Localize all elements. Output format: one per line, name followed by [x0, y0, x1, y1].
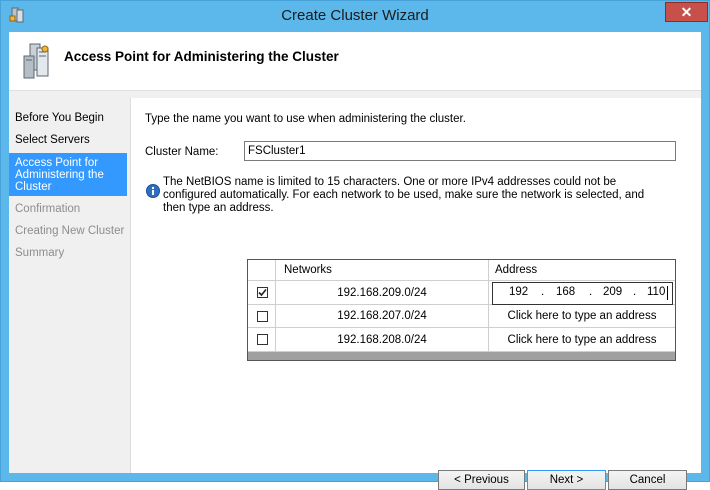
nav-item-confirmation: Confirmation [15, 203, 81, 215]
nav-item-access-point[interactable]: Access Point for Administering the Clust… [9, 153, 127, 196]
grid-header-address[interactable]: Address [489, 260, 675, 281]
next-button[interactable]: Next > [527, 470, 606, 490]
ip-dot: . [541, 286, 545, 298]
ip-address-editor[interactable]: 192 . 168 . 209 . 110 [492, 282, 673, 305]
ip-octet-4[interactable]: 110 [647, 286, 665, 298]
cancel-button[interactable]: Cancel [608, 470, 687, 490]
wizard-content: Type the name you want to use when admin… [131, 98, 701, 490]
table-row-network-2[interactable]: 192.168.207.0/24 [276, 305, 489, 328]
cluster-name-label: Cluster Name: [145, 146, 219, 158]
table-row-checkbox-cell [248, 281, 276, 305]
nav-item-summary: Summary [15, 247, 65, 259]
grid-footer-bar [248, 352, 675, 360]
ip-dot: . [589, 286, 593, 298]
nav-item-creating-new-cluster: Creating New Cluster [15, 225, 125, 237]
wizard-window: Create Cluster Wizard ✕ Access Point for… [0, 0, 710, 490]
network-checkbox-1[interactable] [257, 287, 268, 298]
close-button[interactable]: ✕ [665, 2, 708, 22]
wizard-header: Access Point for Administering the Clust… [9, 32, 701, 91]
table-row-network-1[interactable]: 192.168.209.0/24 [276, 281, 489, 305]
table-row-checkbox-cell [248, 305, 276, 328]
server-cluster-icon [23, 43, 49, 79]
ip-octet-3[interactable]: 209 [603, 286, 622, 298]
table-row-network-3[interactable]: 192.168.208.0/24 [276, 328, 489, 352]
wizard-client: Access Point for Administering the Clust… [9, 32, 701, 490]
previous-button[interactable]: < Previous [438, 470, 525, 490]
title-bar[interactable]: Create Cluster Wizard ✕ [1, 1, 709, 32]
text-caret [667, 286, 668, 300]
ip-octet-2[interactable]: 168 [556, 286, 575, 298]
grid-header-networks[interactable]: Networks [276, 260, 489, 281]
network-checkbox-2[interactable] [257, 311, 268, 322]
grid-header-checkbox [248, 260, 276, 281]
nav-item-before-you-begin[interactable]: Before You Begin [9, 112, 127, 126]
checkmark-icon [258, 288, 267, 297]
window-title: Create Cluster Wizard [281, 7, 429, 24]
table-row-address-2[interactable]: Click here to type an address [489, 305, 675, 328]
wizard-step-nav: Before You Begin Select Servers Access P… [9, 98, 130, 473]
table-row-address-3[interactable]: Click here to type an address [489, 328, 675, 352]
info-icon [146, 184, 160, 198]
ip-dot: . [633, 286, 637, 298]
networks-grid: Networks Address 192.168.209.0/24 192 . … [247, 259, 676, 361]
instruction-text: Type the name you want to use when admin… [145, 113, 466, 125]
nav-item-select-servers[interactable]: Select Servers [9, 134, 127, 148]
network-checkbox-3[interactable] [257, 334, 268, 345]
info-message: The NetBIOS name is limited to 15 charac… [163, 176, 645, 214]
ip-octet-1[interactable]: 192 [509, 286, 528, 298]
table-row-checkbox-cell [248, 328, 276, 352]
page-title: Access Point for Administering the Clust… [64, 49, 339, 64]
cluster-name-input[interactable] [244, 141, 676, 161]
